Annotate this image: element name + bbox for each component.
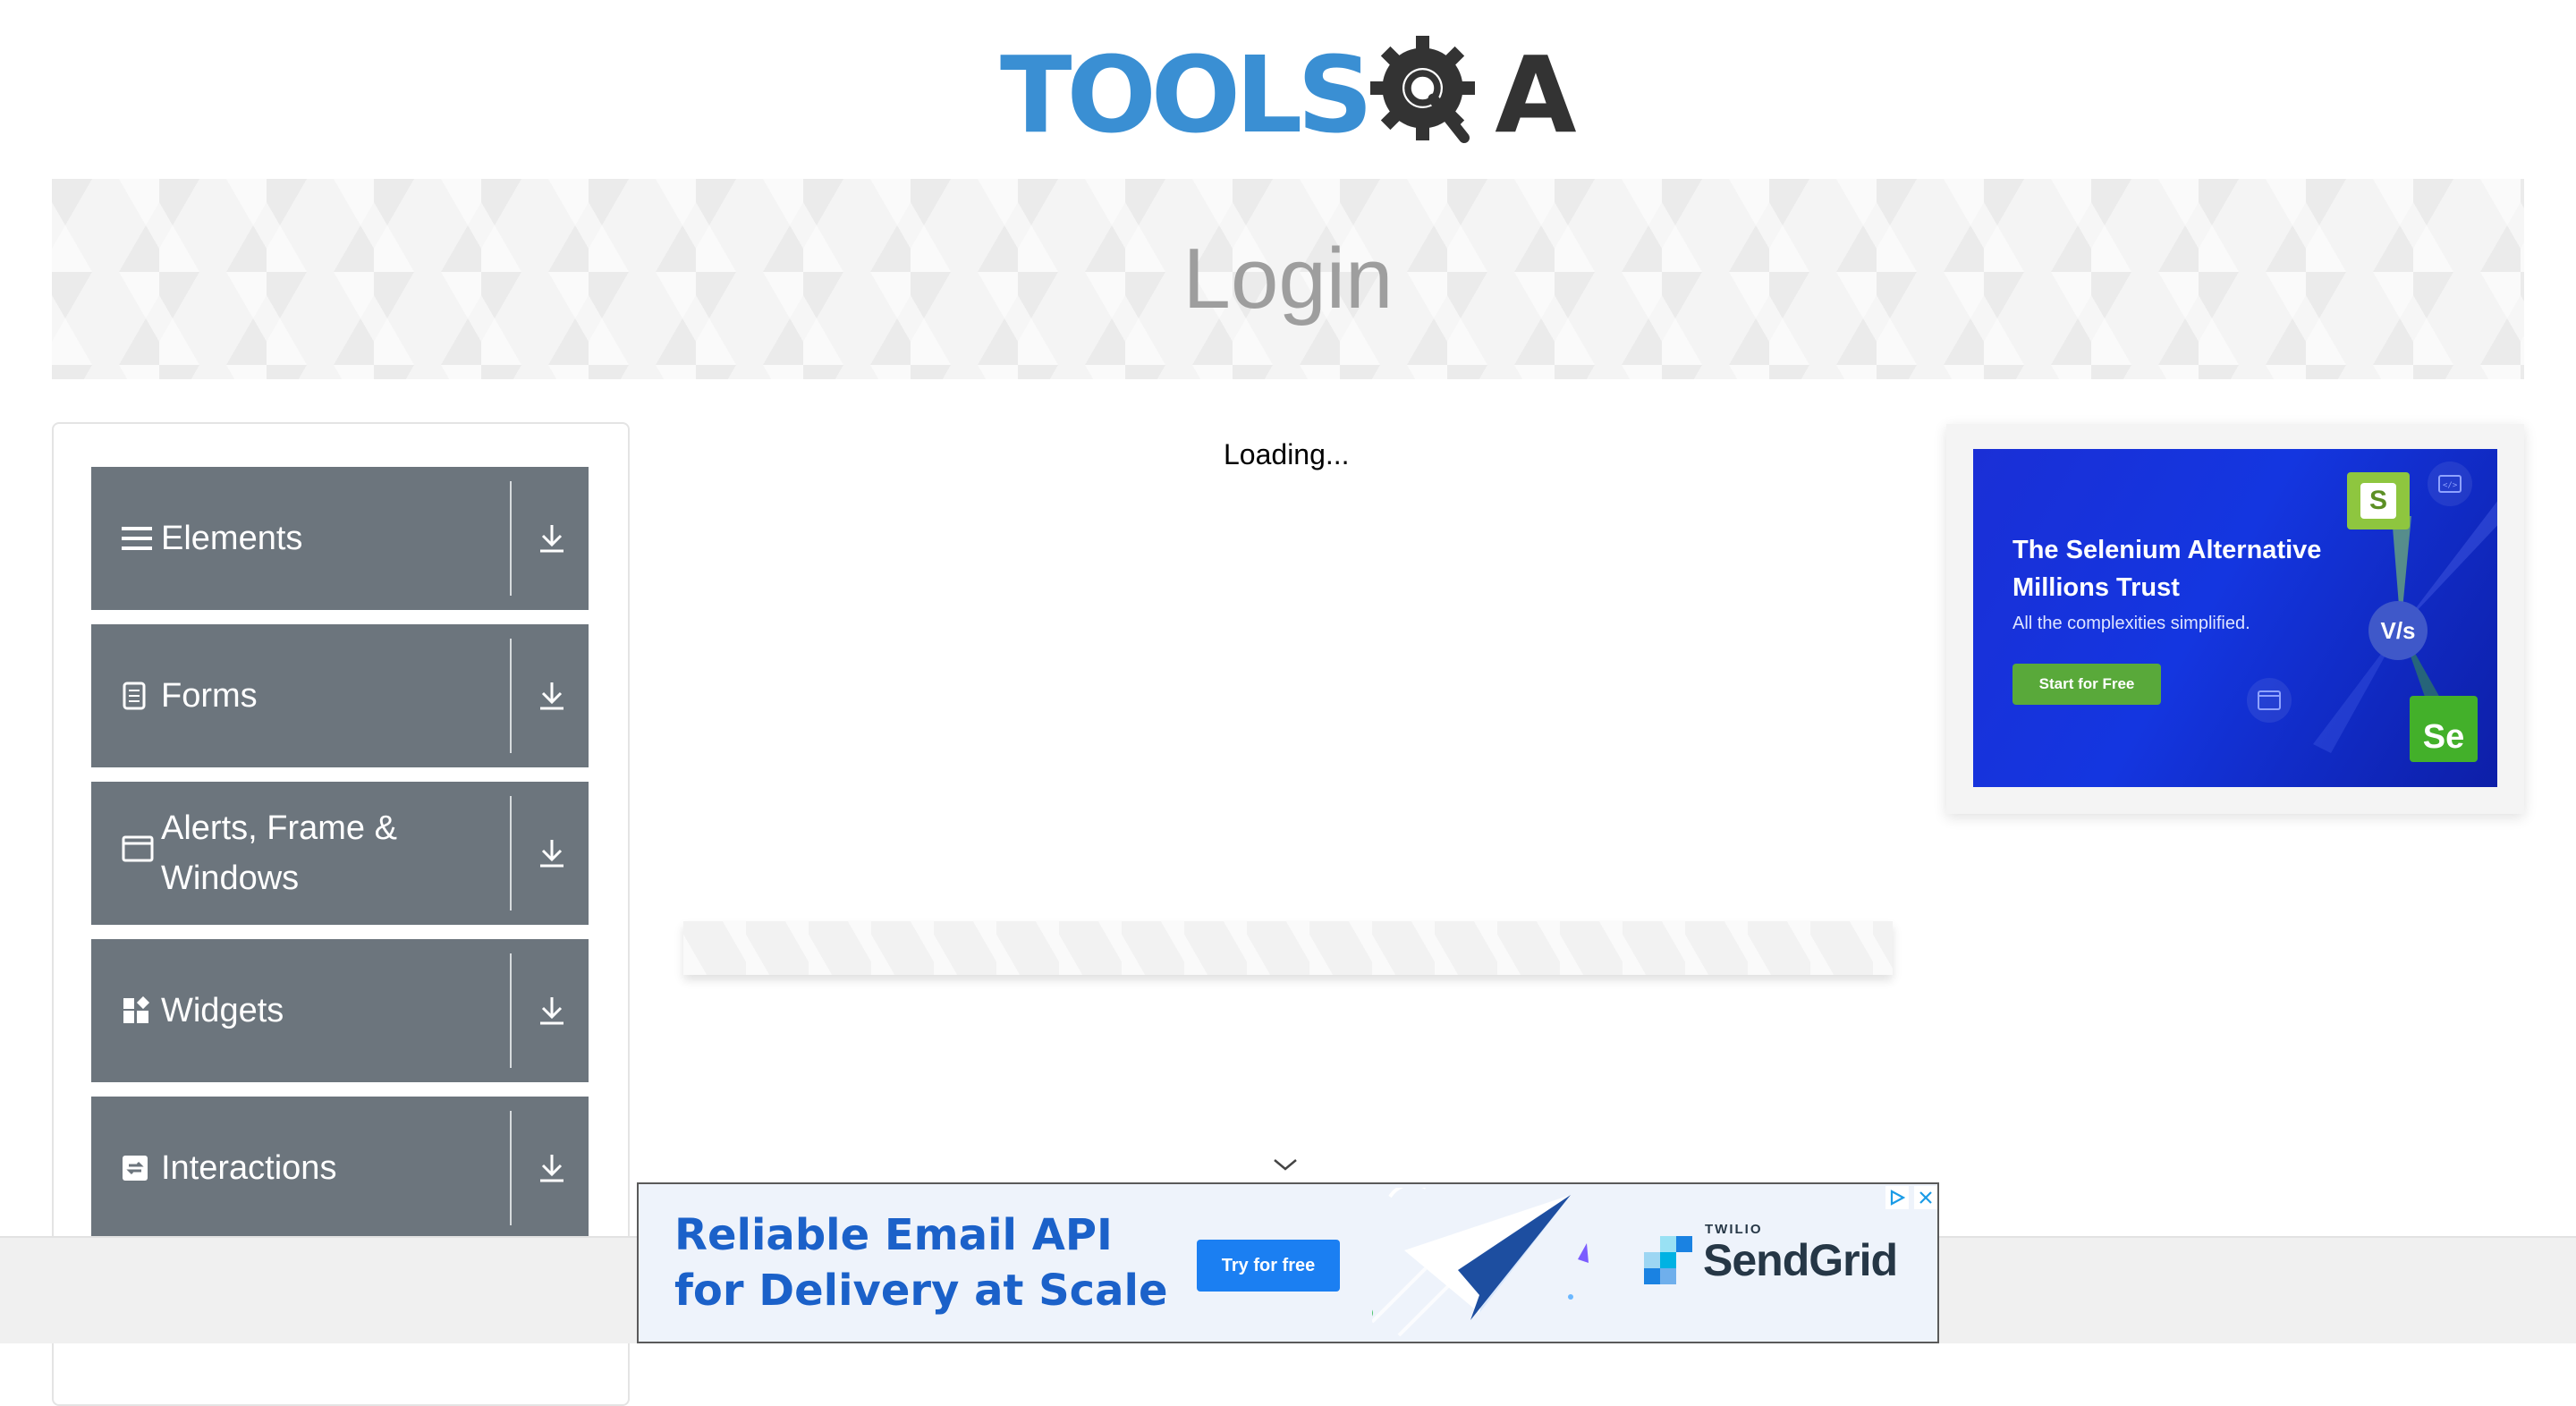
bottom-ad-banner[interactable]: Reliable Email API for Delivery at Scale…	[637, 1182, 1939, 1343]
side-ad-subtext: All the complexities simplified.	[2012, 614, 2250, 633]
close-ad-icon[interactable]	[1914, 1186, 1937, 1209]
side-ad-banner[interactable]: </> The Selenium Alternative Millions Tr…	[1973, 449, 2497, 787]
sendgrid-parent-label: TWILIO	[1705, 1222, 1763, 1237]
document-icon	[122, 624, 154, 767]
interactions-icon	[122, 1097, 154, 1240]
paper-plane-icon	[1372, 1188, 1589, 1337]
sidebar-group-alerts-frame-windows[interactable]: Alerts, Frame & Windows	[91, 782, 589, 925]
download-arrow-icon[interactable]	[538, 624, 565, 767]
sidebar-group-widgets[interactable]: Widgets	[91, 939, 589, 1082]
sidebar-group-elements[interactable]: Elements	[91, 467, 589, 610]
group-divider	[510, 1111, 512, 1225]
selenium-se-badge: Se	[2410, 696, 2478, 762]
sidebar-group-interactions[interactable]: Interactions	[91, 1097, 589, 1240]
try-for-free-button[interactable]: Try for free	[1197, 1240, 1340, 1292]
sendgrid-logo: TWILIO SendGrid	[1644, 1222, 1898, 1286]
group-divider	[510, 796, 512, 911]
chevron-down-icon[interactable]	[1272, 1154, 1299, 1175]
logo-text-a: A	[1495, 33, 1576, 157]
sidebar-group-forms[interactable]: Forms	[91, 624, 589, 767]
versus-badge: V/s	[2368, 601, 2428, 660]
hamburger-icon	[122, 467, 154, 610]
sendgrid-name: SendGrid	[1703, 1235, 1898, 1285]
browser-icon	[2247, 678, 2292, 723]
widgets-icon	[122, 939, 154, 1082]
download-arrow-icon[interactable]	[538, 1097, 565, 1240]
page-banner: Login	[52, 179, 2524, 379]
toolsqa-logo-link[interactable]: TOOLS A	[1000, 25, 1581, 165]
side-ad-card: </> The Selenium Alternative Millions Tr…	[1946, 424, 2524, 814]
logo-text-tools: TOOLS	[1000, 33, 1373, 157]
page-title: Login	[1182, 231, 1394, 326]
group-divider	[510, 481, 512, 596]
code-icon: </>	[2428, 462, 2472, 506]
sendgrid-wordmark: TWILIO SendGrid	[1703, 1222, 1898, 1286]
badge-se-text: Se	[2422, 718, 2465, 756]
sidebar-group-label: Elements	[161, 520, 303, 557]
group-divider	[510, 639, 512, 753]
window-icon	[122, 782, 154, 925]
download-arrow-icon[interactable]	[538, 939, 565, 1082]
sidebar-group-label: Interactions	[161, 1149, 337, 1187]
side-ad-headline: The Selenium Alternative Millions Trust	[2012, 536, 2322, 602]
selenium-s-badge: S	[2347, 472, 2410, 529]
download-arrow-icon[interactable]	[538, 782, 565, 925]
adchoices-icon[interactable]	[1885, 1186, 1909, 1209]
svg-text:</>: </>	[2443, 481, 2458, 490]
sendgrid-mark-icon	[1644, 1236, 1692, 1284]
sidebar-group-label: Alerts, Frame & Windows	[161, 809, 397, 897]
start-for-free-button[interactable]: Start for Free	[2012, 664, 2161, 705]
sidebar-group-label: Widgets	[161, 992, 284, 1029]
bottom-ad-headline: Reliable Email API for Delivery at Scale	[674, 1210, 1168, 1316]
group-divider	[510, 953, 512, 1068]
badge-s-letter: S	[2360, 483, 2396, 519]
loading-text: Loading...	[1224, 438, 1350, 470]
adchoices	[1885, 1186, 1937, 1209]
download-arrow-icon[interactable]	[538, 467, 565, 610]
content-footer-strip	[683, 921, 1893, 975]
sidebar-group-label: Forms	[161, 677, 258, 715]
gear-magnifier-icon	[1370, 36, 1476, 143]
